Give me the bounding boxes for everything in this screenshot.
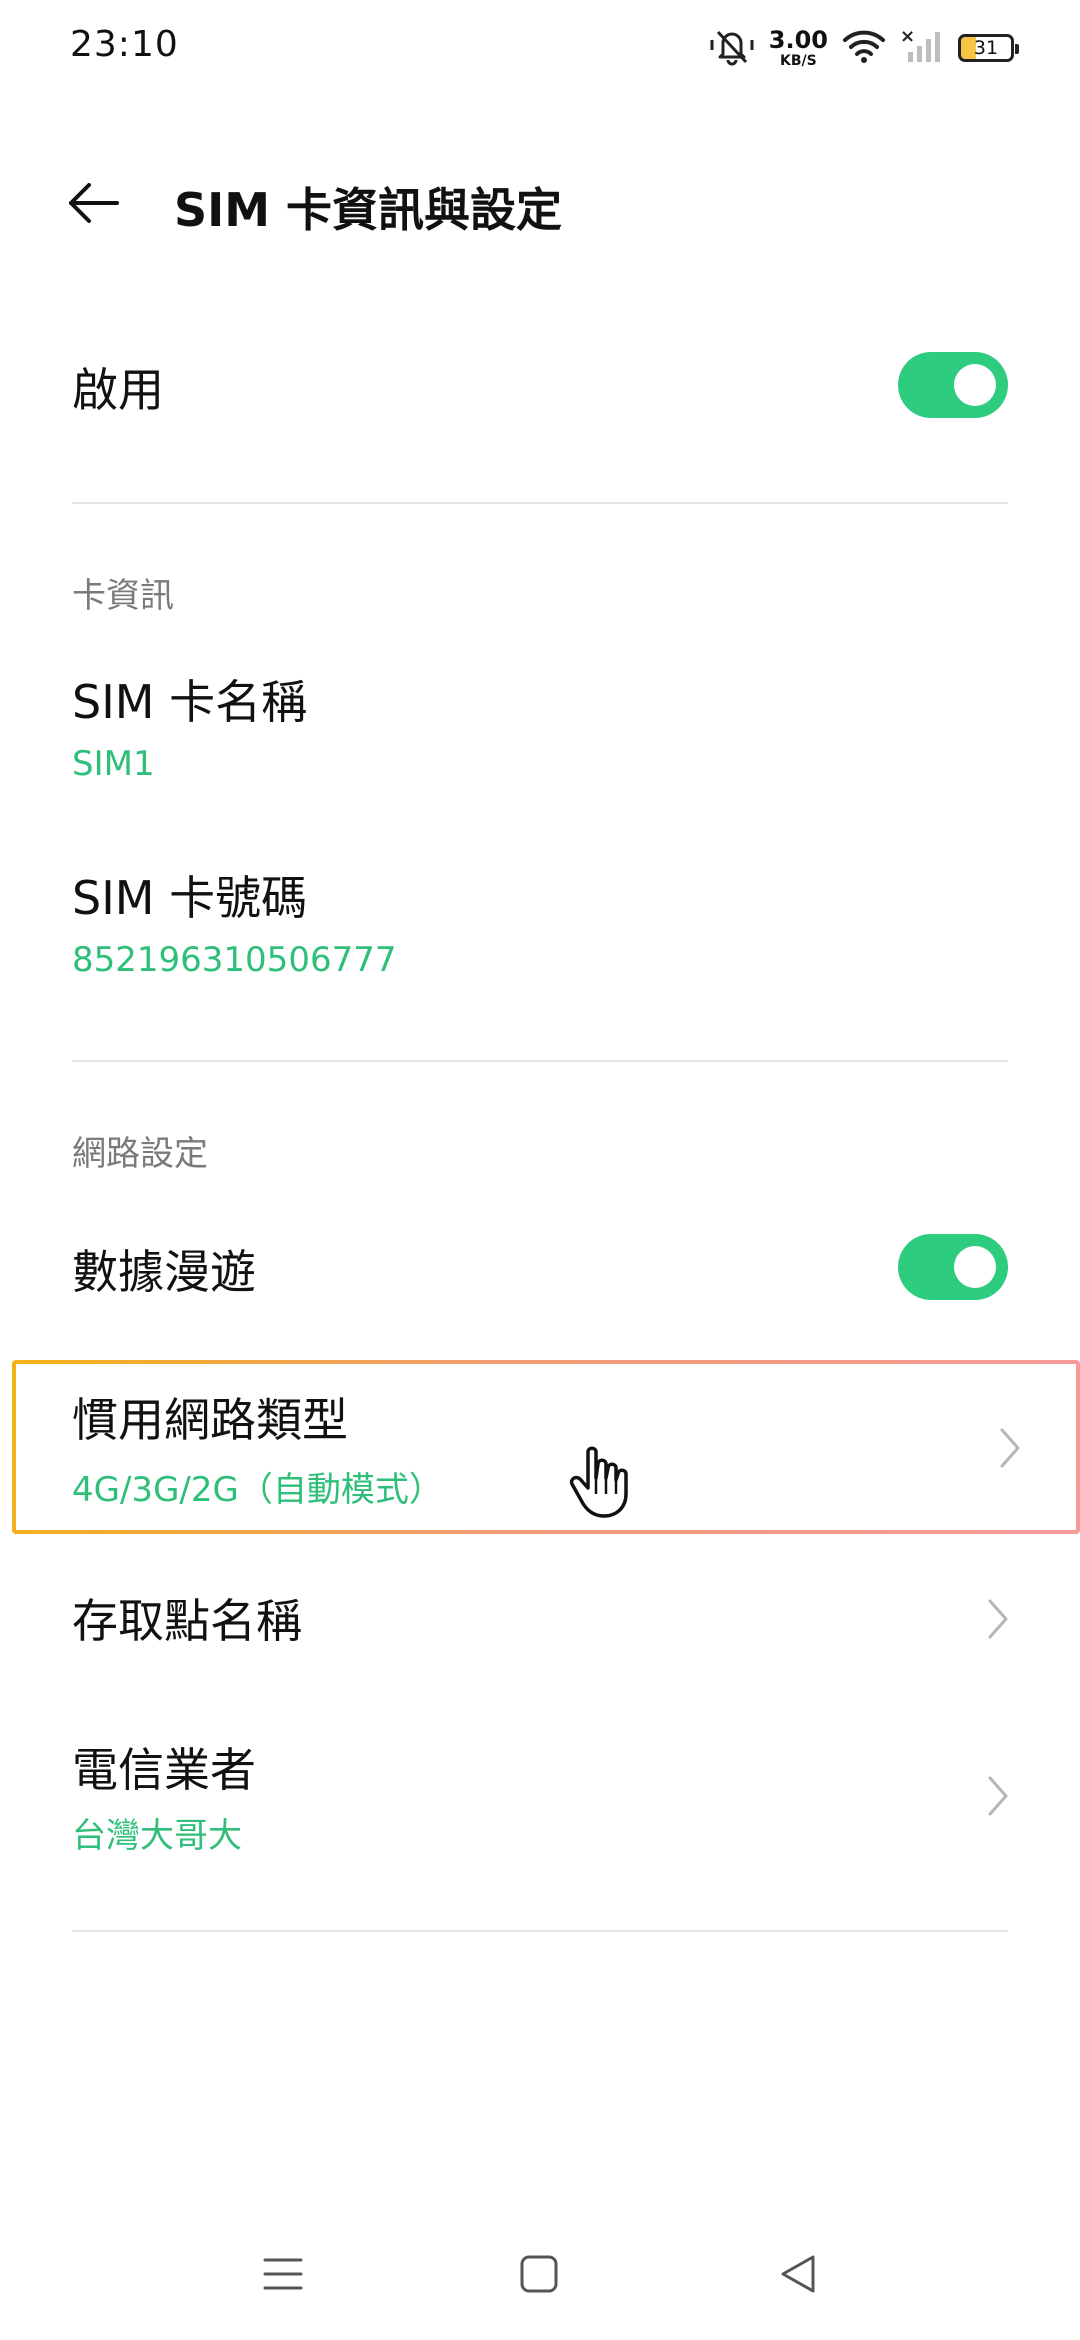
menu-icon [261, 2254, 305, 2298]
status-icons: 3.00 KB/S × 31 [709, 22, 1019, 74]
enable-label: 啟用 [72, 363, 164, 417]
preferred-network-row[interactable]: 慣用網路類型 4G/3G/2G（自動模式） [12, 1360, 1080, 1534]
carrier-value: 台灣大哥大 [72, 1816, 242, 1856]
home-icon [517, 2252, 561, 2300]
battery-level: 31 [973, 37, 999, 59]
data-roaming-row[interactable]: 數據漫遊 [0, 1212, 1080, 1322]
net-speed-value: 3.00 [768, 26, 828, 54]
enable-toggle[interactable] [898, 352, 1008, 418]
back-arrow-icon [65, 181, 121, 229]
apn-title: 存取點名稱 [72, 1594, 302, 1648]
nav-back-button[interactable] [764, 2246, 834, 2306]
toggle-knob [954, 364, 996, 406]
preferred-network-title: 慣用網路類型 [72, 1393, 348, 1447]
sim-name-title: SIM 卡名稱 [72, 675, 308, 729]
sim-number-title: SIM 卡號碼 [72, 871, 308, 925]
divider [72, 1930, 1008, 1932]
battery-icon: 31 [958, 34, 1019, 62]
carrier-title: 電信業者 [72, 1743, 256, 1797]
data-roaming-label: 數據漫遊 [72, 1245, 256, 1299]
chevron-right-icon [990, 1418, 1030, 1478]
sim-name-value: SIM1 [72, 744, 155, 784]
toggle-knob [954, 1246, 996, 1288]
status-bar: 23:10 3.00 KB/S × 31 [0, 0, 1080, 96]
net-speed-unit: KB/S [780, 53, 817, 69]
apn-row[interactable]: 存取點名稱 [0, 1565, 1080, 1675]
chevron-right-icon [978, 1589, 1018, 1649]
back-icon [777, 2252, 821, 2300]
back-button[interactable] [58, 172, 128, 238]
divider [72, 502, 1008, 504]
carrier-row[interactable]: 電信業者 台灣大哥大 [0, 1710, 1080, 1870]
page-title: SIM 卡資訊與設定 [174, 183, 563, 237]
wifi-icon [842, 28, 886, 68]
chevron-right-icon [978, 1766, 1018, 1826]
sim-name-row[interactable]: SIM 卡名稱 SIM1 [0, 660, 1080, 800]
navigation-bar [0, 2230, 1080, 2320]
data-roaming-toggle[interactable] [898, 1234, 1008, 1300]
hand-pointer-icon [568, 1442, 638, 1522]
net-speed: 3.00 KB/S [769, 28, 828, 68]
status-time: 23:10 [70, 24, 179, 65]
home-button[interactable] [504, 2246, 574, 2306]
cellular-no-signal-icon: × [900, 26, 944, 70]
divider [72, 1060, 1008, 1062]
svg-text:×: × [900, 26, 915, 47]
section-network: 網路設定 [72, 1134, 208, 1174]
enable-row[interactable]: 啟用 [0, 330, 1080, 440]
sim-number-value: 852196310506777 [72, 940, 397, 980]
mute-icon [709, 26, 755, 70]
preferred-network-value: 4G/3G/2G（自動模式） [72, 1470, 443, 1510]
section-card-info: 卡資訊 [72, 576, 174, 616]
app-header: SIM 卡資訊與設定 [0, 150, 1080, 260]
menu-button[interactable] [248, 2246, 318, 2306]
sim-number-row[interactable]: SIM 卡號碼 852196310506777 [0, 856, 1080, 996]
